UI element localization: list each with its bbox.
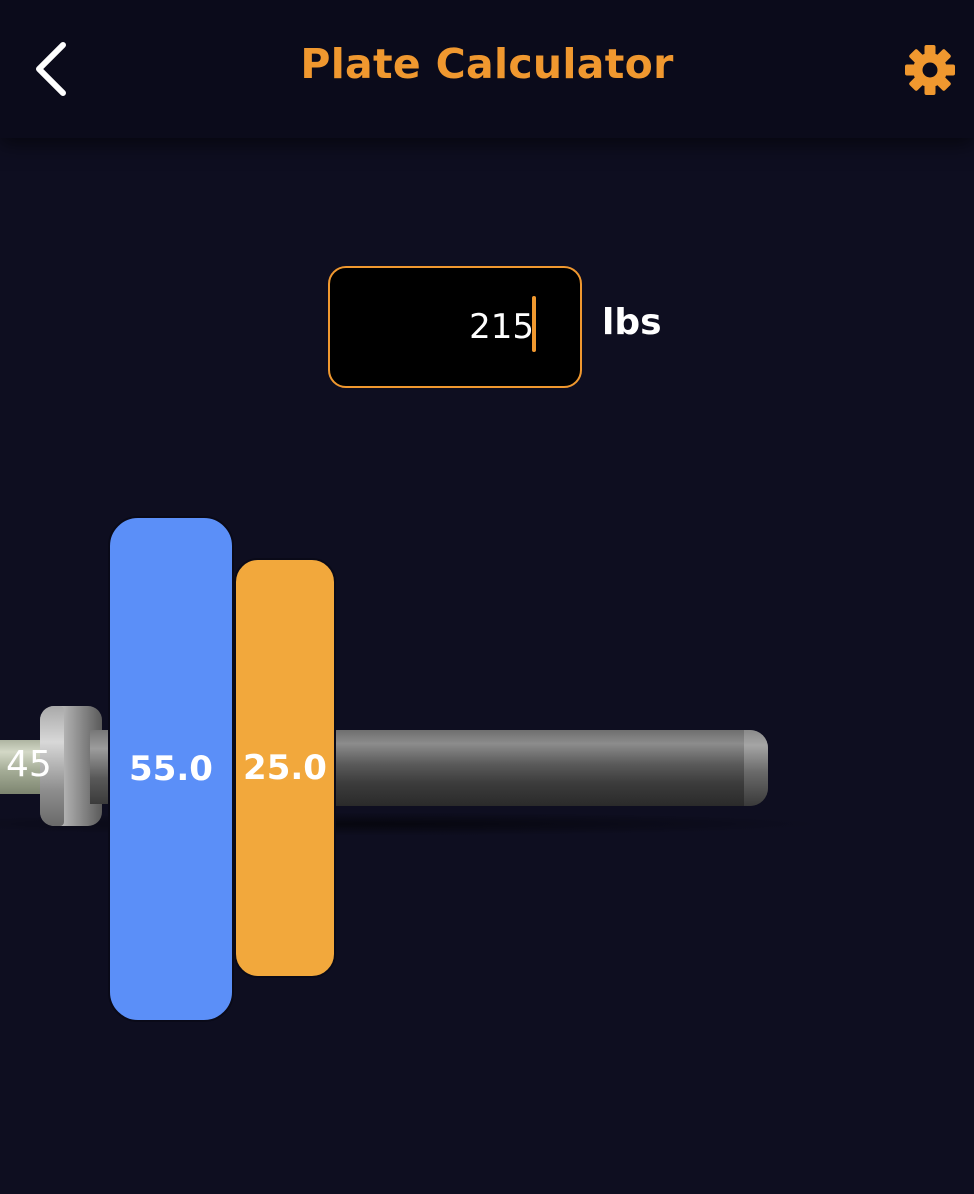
text-caret [532, 296, 536, 352]
plate-25[interactable]: 25.0 [234, 558, 336, 978]
weight-input[interactable] [330, 268, 580, 386]
settings-button[interactable] [900, 40, 960, 100]
plate-label: 55.0 [129, 749, 213, 789]
plate-55[interactable]: 55.0 [108, 516, 234, 1022]
top-app-bar: Plate Calculator [0, 0, 974, 138]
weight-input-container [328, 266, 582, 388]
plate-calculator-screen: Plate Calculator lbs [0, 0, 974, 1194]
bar-weight-label: 45 [6, 744, 52, 785]
barbell-sleeve-end [744, 730, 768, 806]
unit-label: lbs [602, 302, 662, 343]
plate-label: 25.0 [243, 748, 327, 788]
page-title: Plate Calculator [300, 40, 674, 88]
gear-icon [905, 45, 955, 95]
barbell-sleeve [300, 730, 768, 806]
